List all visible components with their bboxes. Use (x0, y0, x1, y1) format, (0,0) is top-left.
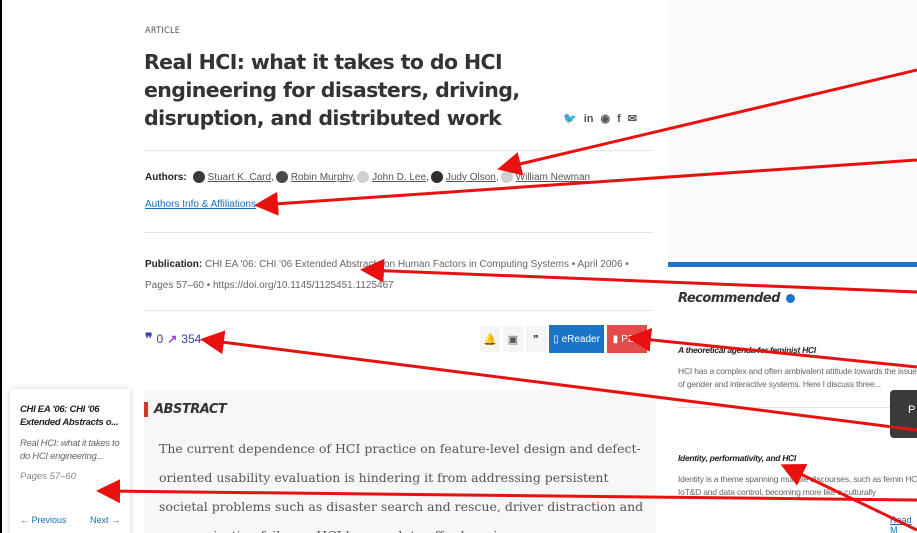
popup-tooltip[interactable]: P (890, 390, 917, 438)
recommended-item-text: HCI has a complex and often ambivalent a… (678, 366, 917, 389)
pagination: ← Previous Next → (20, 515, 120, 525)
screenshot-frame: Recommended A theoretical agenda for fem… (0, 0, 917, 533)
bookmark-icon[interactable]: ▣ (503, 326, 523, 352)
author-link[interactable]: William Newman (500, 171, 590, 183)
downloads-trend-icon: ↗ (167, 331, 178, 346)
citation-quote-icon: ❞ (145, 330, 153, 346)
linkedin-icon[interactable]: in (584, 113, 594, 125)
email-icon[interactable]: ✉ (628, 112, 637, 125)
page-range: Pages 57–60 (20, 471, 76, 482)
recommended-divider (678, 407, 908, 408)
divider (144, 310, 654, 311)
read-more-link[interactable]: Read M (890, 515, 917, 533)
facebook-icon[interactable]: f (617, 113, 621, 125)
article-metrics: ❞ 0 ↗ 354 (145, 330, 201, 347)
avatar-placeholder-icon (500, 171, 513, 183)
abstract-heading-label: ABSTRACT (154, 402, 227, 417)
article-toolbar: 🔔 ▣ ❞ ▯ eReader ▮ PDF (480, 325, 647, 353)
recommended-heading: Recommended (678, 291, 795, 306)
pdf-label: PDF (621, 333, 642, 345)
venue-link[interactable]: CHI EA '06: CHI '06 Extended Abstracts o… (20, 403, 120, 429)
abstract-section: ABSTRACT The current dependence of HCI p… (144, 390, 656, 533)
abstract-heading: ABSTRACT (144, 402, 227, 417)
frame-border (0, 0, 2, 533)
recommended-item-title[interactable]: Identity, performativity, and HCI (678, 453, 796, 463)
section-marker (144, 402, 148, 417)
download-count[interactable]: 354 (181, 332, 201, 346)
next-link[interactable]: Next → (90, 515, 120, 525)
author-link[interactable]: John D. Lee, (357, 171, 429, 183)
previous-link[interactable]: ← Previous (20, 515, 67, 525)
reddit-icon[interactable]: ◉ (600, 112, 610, 125)
author-name[interactable]: Stuart K. Card, (208, 172, 274, 183)
ereader-label: eReader (561, 333, 600, 345)
recommended-item-text: Identity is a theme spanning multiple di… (678, 474, 917, 497)
citation-count[interactable]: 0 (157, 332, 164, 346)
ereader-icon: ▯ (553, 333, 559, 345)
issue-navigation-card: CHI EA '06: CHI '06 Extended Abstracts o… (10, 389, 130, 533)
article-type-label: ARTICLE (145, 26, 181, 36)
publication-label: Publication: (145, 259, 203, 270)
info-icon[interactable] (785, 294, 795, 303)
authors-list: Authors: Stuart K. Card, Robin Murphy, J… (145, 171, 592, 183)
author-link[interactable]: Robin Murphy, (275, 171, 355, 183)
authors-affiliations-link[interactable]: Authors Info & Affiliations (145, 199, 256, 210)
author-link[interactable]: Judy Olson, (430, 171, 499, 183)
avatar (430, 171, 443, 183)
pdf-button[interactable]: ▮ PDF (607, 325, 647, 353)
author-name[interactable]: John D. Lee, (372, 172, 429, 183)
divider (144, 232, 654, 233)
share-bar: 🐦 in ◉ f ✉ (563, 112, 637, 126)
ereader-button[interactable]: ▯ eReader (549, 325, 604, 353)
divider (144, 150, 654, 151)
avatar (192, 171, 205, 183)
author-name[interactable]: William Newman (516, 172, 590, 183)
recommended-heading-label: Recommended (678, 291, 780, 306)
article-title: Real HCI: what it takes to do HCI engine… (144, 50, 520, 130)
pdf-icon: ▮ (612, 333, 619, 345)
author-name[interactable]: Robin Murphy, (291, 172, 355, 183)
publication-details: CHI EA '06: CHI '06 Extended Abstracts o… (145, 259, 629, 291)
recommended-item-title[interactable]: A theoretical agenda for feminist HCI (678, 345, 816, 355)
article-link[interactable]: Real HCI: what it takes to do HCI engine… (20, 437, 120, 463)
abstract-text: The current dependence of HCI practice o… (159, 441, 644, 533)
avatar (275, 171, 288, 183)
publication-info: Publication: CHI EA '06: CHI '06 Extende… (145, 254, 640, 296)
twitter-icon[interactable]: 🐦 (563, 112, 577, 125)
authors-label: Authors: (145, 171, 187, 183)
author-name[interactable]: Judy Olson, (446, 172, 499, 183)
recommended-panel: Recommended A theoretical agenda for fem… (668, 262, 917, 533)
avatar-placeholder-icon (357, 171, 370, 183)
bell-icon[interactable]: 🔔 (480, 326, 500, 352)
cite-icon[interactable]: ❞ (526, 326, 546, 352)
author-link[interactable]: Stuart K. Card, (192, 171, 274, 183)
